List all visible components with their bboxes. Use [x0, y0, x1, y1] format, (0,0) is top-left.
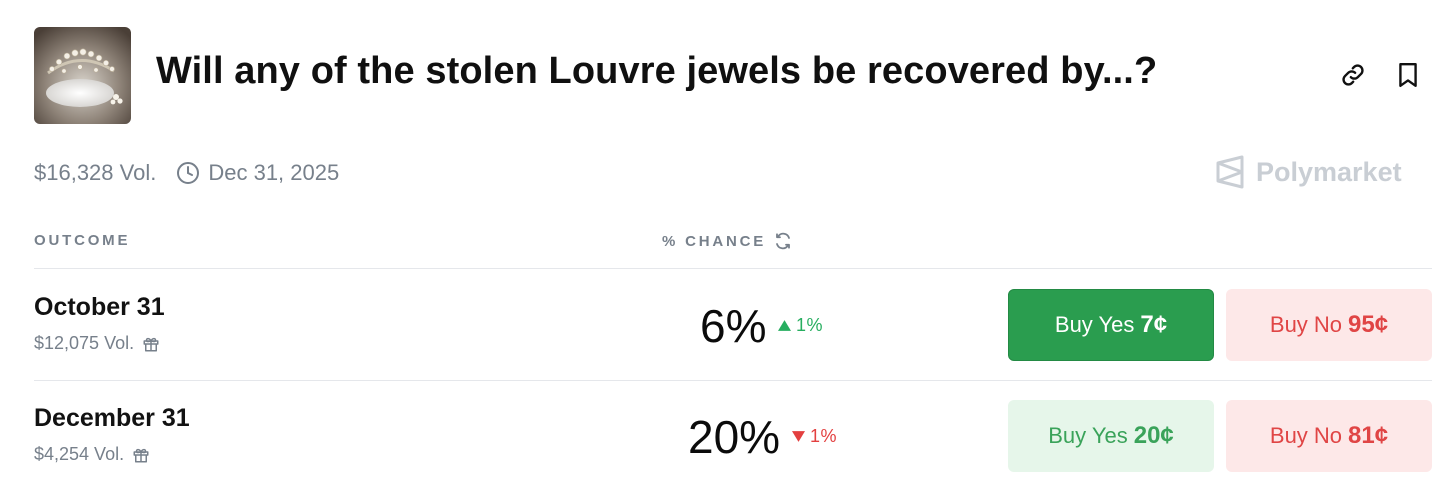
buy-yes-label: Buy Yes: [1048, 423, 1128, 448]
buy-no-price: 81¢: [1348, 422, 1389, 449]
buy-no-button[interactable]: Buy No 81¢: [1226, 400, 1432, 472]
buy-yes-price: 20¢: [1133, 422, 1174, 449]
buy-no-button[interactable]: Buy No 95¢: [1226, 289, 1432, 361]
triangle-up-icon: [778, 320, 791, 331]
outcome-name[interactable]: December 31: [34, 404, 190, 433]
polymarket-brand: Polymarket: [1214, 155, 1402, 189]
market-end-date: Dec 31, 2025: [208, 160, 340, 185]
market-volume: $16,328 Vol.: [34, 160, 157, 185]
buy-yes-label: Buy Yes: [1054, 312, 1135, 337]
polymarket-logo-icon: [1214, 155, 1256, 189]
buy-no-price: 95¢: [1348, 311, 1389, 338]
outcome-name[interactable]: October 31: [34, 293, 165, 322]
chance-column-label: % CHANCE: [662, 232, 767, 250]
outcome-volume: $4,254 Vol.: [34, 444, 150, 465]
outcome-chance: 20%: [688, 411, 781, 463]
chance-delta-value: 1%: [796, 315, 824, 335]
link-icon[interactable]: [1336, 58, 1370, 92]
outcome-column-header: OUTCOME: [34, 232, 131, 249]
buy-no-label: Buy No: [1269, 423, 1343, 448]
buy-no-label: Buy No: [1269, 312, 1343, 337]
clock-icon: [176, 161, 200, 185]
gift-icon[interactable]: [132, 446, 150, 464]
bookmark-icon[interactable]: [1391, 58, 1425, 92]
outcome-row: December 31 $4,254 Vol. 20% 1% Buy Yes 2…: [0, 380, 1456, 490]
market-thumbnail: [34, 27, 131, 124]
chance-delta-value: 1%: [810, 426, 838, 446]
outcome-row: October 31 $12,075 Vol. 6% 1% Buy Yes 7¢…: [0, 269, 1456, 379]
buy-yes-button[interactable]: Buy Yes 7¢: [1008, 289, 1214, 361]
buy-yes-button[interactable]: Buy Yes 20¢: [1008, 400, 1214, 472]
brand-name: Polymarket: [1256, 156, 1402, 187]
outcome-volume-text: $4,254 Vol.: [34, 444, 125, 464]
outcome-volume-text: $12,075 Vol.: [34, 333, 135, 353]
refresh-icon[interactable]: [774, 232, 792, 250]
outcome-volume: $12,075 Vol.: [34, 333, 160, 354]
market-meta: $16,328 Vol. Dec 31, 2025: [34, 158, 339, 188]
chance-delta: 1%: [778, 315, 823, 336]
outcome-chance: 6%: [700, 300, 767, 352]
gift-icon[interactable]: [142, 335, 160, 353]
market-title: Will any of the stolen Louvre jewels be …: [156, 50, 1158, 92]
chance-delta: 1%: [792, 426, 837, 447]
chance-column-header: % CHANCE: [662, 232, 792, 250]
buy-yes-price: 7¢: [1140, 311, 1168, 338]
triangle-down-icon: [792, 431, 805, 442]
